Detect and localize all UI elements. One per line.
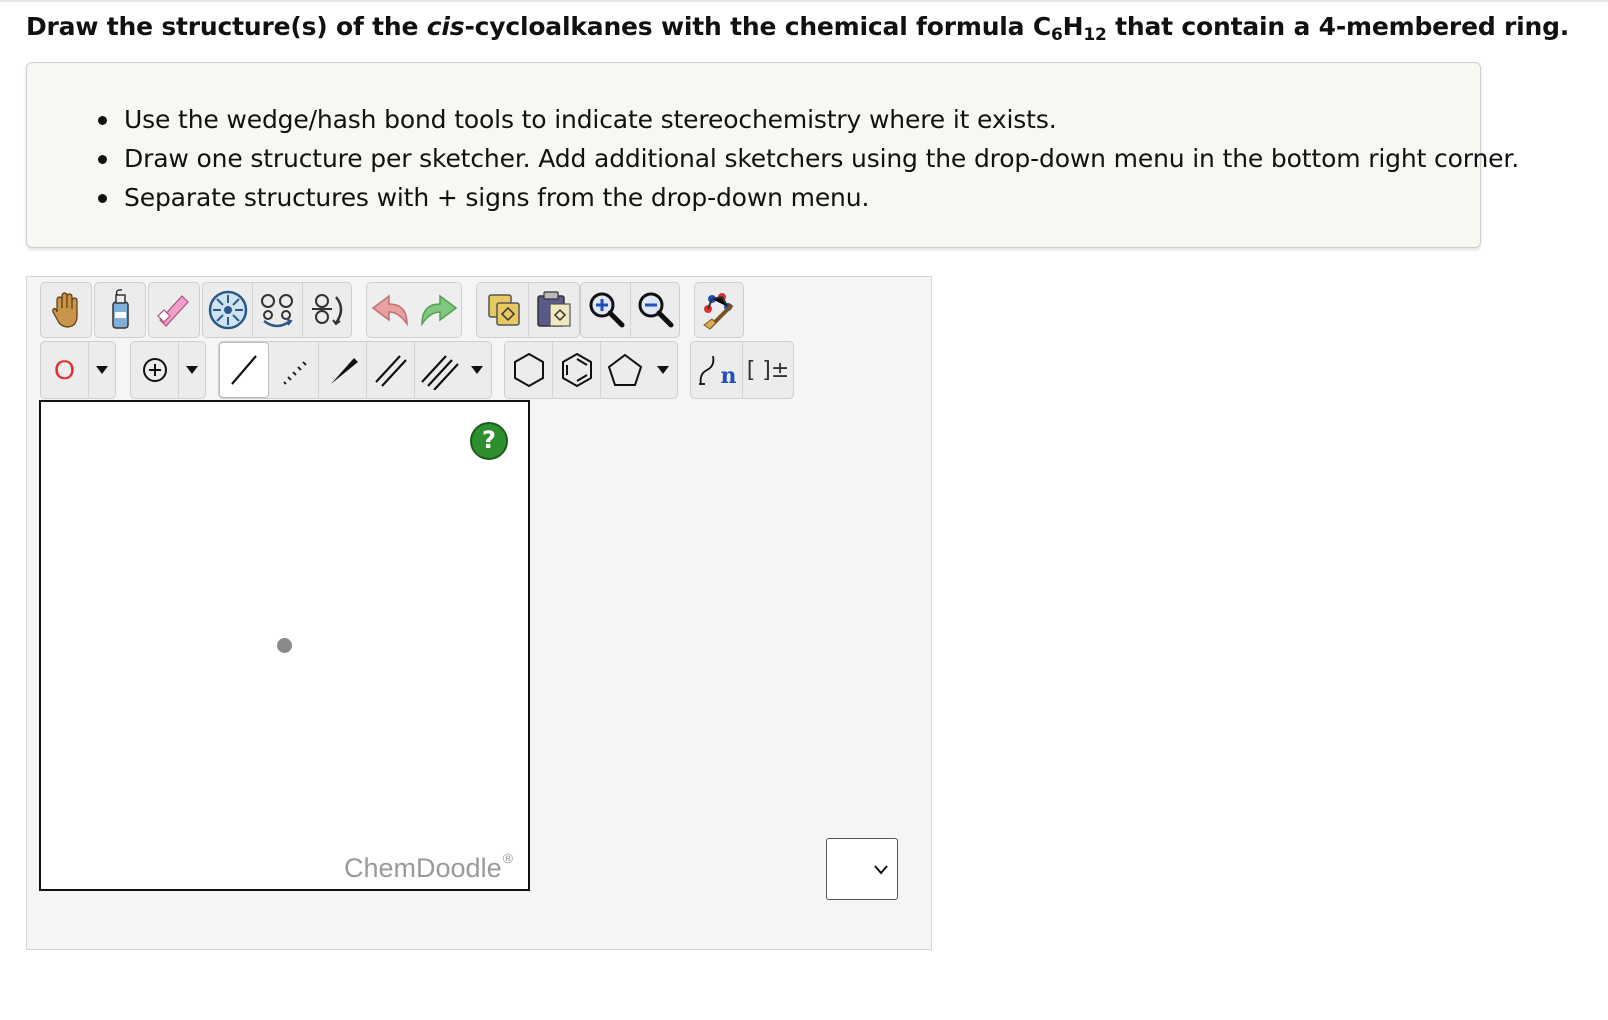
repeat-unit-button[interactable]: n xyxy=(691,342,743,398)
atom-tool-group: O xyxy=(40,341,116,399)
double-bond-icon xyxy=(374,355,407,387)
formula-h: H xyxy=(1062,12,1084,41)
cyclohexane-button[interactable] xyxy=(505,342,553,398)
clean-icon xyxy=(695,283,743,337)
clear-bottle-icon xyxy=(95,283,145,337)
formula-subscript-h: 12 xyxy=(1083,25,1107,45)
question-middle: -cycloalkanes with the chemical formula … xyxy=(464,12,1051,41)
canvas-cursor-dot xyxy=(277,638,292,653)
copy-icon xyxy=(487,294,520,326)
paste-button[interactable] xyxy=(529,283,579,337)
bracket-button[interactable]: [ ]± xyxy=(743,342,793,398)
single-bond-icon xyxy=(231,355,257,385)
paste-icon xyxy=(537,291,571,327)
charge-button[interactable] xyxy=(131,342,179,398)
center-button[interactable] xyxy=(203,283,253,337)
triple-bond-button[interactable] xyxy=(415,342,463,398)
undo-icon xyxy=(371,294,408,327)
zoom-out-button[interactable] xyxy=(631,283,679,337)
instruction-item: Use the wedge/hash bond tools to indicat… xyxy=(98,100,1519,139)
clipboard-tools-group xyxy=(476,282,580,338)
ring-tool-group xyxy=(504,341,678,399)
eraser-button[interactable] xyxy=(148,282,200,338)
special-tool-group: n [ ]± xyxy=(690,341,794,399)
wedge-bond-icon xyxy=(330,358,358,384)
bond-tool-group xyxy=(218,341,492,399)
charge-dropdown-button[interactable] xyxy=(179,342,205,398)
instruction-item: Draw one structure per sketcher. Add add… xyxy=(98,139,1519,178)
formula-subscript-c: 6 xyxy=(1050,25,1063,45)
registered-mark: ® xyxy=(502,850,513,866)
atom-oxygen-button[interactable]: O xyxy=(41,342,89,398)
plus-circle-icon xyxy=(142,358,167,382)
question-italic: cis xyxy=(426,12,465,41)
double-bond-button[interactable] xyxy=(367,342,415,398)
triangle-down-icon xyxy=(471,366,483,374)
atom-label: O xyxy=(53,354,75,385)
ring-dropdown-button[interactable] xyxy=(649,342,677,398)
zoom-tools-group xyxy=(580,282,680,338)
single-bond-button[interactable] xyxy=(219,342,269,398)
repeat-unit-label: n xyxy=(720,363,737,389)
question-text: Draw the structure(s) of the cis-cycloal… xyxy=(26,10,1586,44)
triangle-down-icon xyxy=(657,366,669,374)
clear-button[interactable] xyxy=(94,282,146,338)
transform-tools-group xyxy=(202,282,352,338)
zoom-in-icon xyxy=(589,292,624,328)
charge-tool-group xyxy=(130,341,206,399)
benzene-icon xyxy=(561,352,592,388)
history-tools-group xyxy=(366,282,462,338)
sketcher-add-dropdown[interactable] xyxy=(826,838,898,900)
cyclopentane-button[interactable] xyxy=(601,342,649,398)
redo-icon xyxy=(420,294,457,327)
center-icon xyxy=(208,290,247,330)
chemdoodle-brand: ChemDoodle® xyxy=(344,850,513,884)
triangle-down-icon xyxy=(186,366,198,374)
benzene-button[interactable] xyxy=(553,342,601,398)
chevron-down-icon xyxy=(874,865,888,875)
instructions-box: Use the wedge/hash bond tools to indicat… xyxy=(26,62,1519,248)
flip-button[interactable] xyxy=(253,283,303,337)
flip-icon xyxy=(260,294,293,328)
brand-text: ChemDoodle xyxy=(344,853,502,883)
bond-dropdown-button[interactable] xyxy=(463,342,491,398)
triple-bond-icon xyxy=(421,355,459,390)
question-suffix: that contain a 4-membered ring. xyxy=(1106,12,1570,41)
undo-button[interactable] xyxy=(367,283,414,337)
redo-button[interactable] xyxy=(414,283,461,337)
hash-bond-icon xyxy=(282,361,307,385)
hash-bond-button[interactable] xyxy=(269,342,319,398)
hand-tool-button[interactable] xyxy=(40,282,92,338)
chain-icon xyxy=(698,355,714,385)
triangle-down-icon xyxy=(96,366,108,374)
bracket-label: [ ]± xyxy=(746,357,790,383)
rotate-icon xyxy=(312,294,343,326)
zoom-in-button[interactable] xyxy=(581,283,631,337)
pentagon-icon xyxy=(607,353,643,386)
instructions-list: Use the wedge/hash bond tools to indicat… xyxy=(27,100,1519,217)
hand-icon xyxy=(41,283,91,337)
hexagon-icon xyxy=(513,352,544,388)
eraser-icon xyxy=(149,283,199,337)
top-divider xyxy=(0,0,1608,2)
copy-button[interactable] xyxy=(477,283,529,337)
wedge-bond-button[interactable] xyxy=(319,342,367,398)
question-prefix: Draw the structure(s) of the xyxy=(26,12,427,41)
rotate-button[interactable] xyxy=(303,283,353,337)
clean-button[interactable] xyxy=(694,282,744,338)
help-button[interactable]: ? xyxy=(470,422,508,460)
zoom-out-icon xyxy=(638,292,674,328)
atom-dropdown-button[interactable] xyxy=(89,342,115,398)
instruction-item: Separate structures with + signs from th… xyxy=(98,178,1519,217)
